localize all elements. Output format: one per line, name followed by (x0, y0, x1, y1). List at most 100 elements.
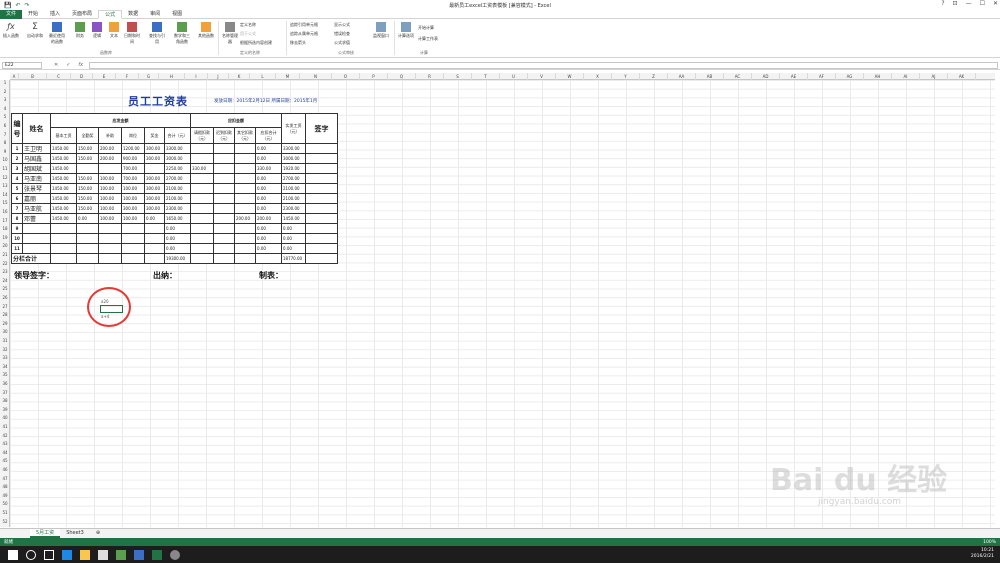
cell[interactable]: 1450.00 (50, 203, 77, 214)
cell[interactable] (144, 163, 165, 174)
cell[interactable] (190, 143, 214, 154)
cell[interactable] (234, 203, 256, 214)
column-header[interactable]: A (10, 73, 19, 80)
cell[interactable] (234, 253, 256, 264)
cell[interactable]: 3000.00 (164, 153, 191, 164)
cell[interactable]: 0.00 (255, 183, 282, 194)
column-header[interactable]: AJ (920, 73, 948, 80)
column-header[interactable]: AI (892, 73, 920, 80)
row-header[interactable]: 26 (0, 295, 10, 300)
cell[interactable] (22, 223, 51, 234)
formula-input[interactable] (89, 61, 998, 69)
column-header[interactable]: F (116, 73, 139, 80)
cell[interactable]: 200.00 (234, 213, 256, 224)
logical-button[interactable]: 逻辑 (88, 22, 106, 39)
column-header[interactable]: R (416, 73, 444, 80)
cell[interactable] (213, 163, 235, 174)
cell[interactable] (305, 253, 338, 264)
cell[interactable]: 1450.00 (50, 213, 77, 224)
cell[interactable]: 3300.00 (164, 143, 191, 154)
cell[interactable]: 0.00 (281, 243, 306, 254)
name-box[interactable]: E22 (2, 61, 42, 69)
cell[interactable]: 1 (11, 143, 23, 154)
column-header[interactable]: AB (696, 73, 724, 80)
cell[interactable]: 0.00 (255, 193, 282, 204)
cell[interactable] (50, 223, 77, 234)
evaluate-formula-button[interactable]: 公式求值 (334, 40, 350, 46)
store-icon[interactable] (98, 549, 108, 560)
cell[interactable] (50, 253, 77, 264)
sign-cell[interactable] (305, 203, 338, 214)
cell[interactable]: 150.00 (76, 143, 99, 154)
row-header[interactable]: 45 (0, 458, 10, 463)
define-name-button[interactable]: 定义名称 (240, 22, 256, 28)
cell[interactable] (98, 233, 122, 244)
cell[interactable]: 1450.00 (50, 193, 77, 204)
cell[interactable] (190, 173, 214, 184)
cell[interactable] (190, 233, 214, 244)
minimize-button[interactable]: — (966, 0, 972, 7)
cell[interactable]: 1450.00 (50, 143, 77, 154)
cell[interactable]: 2700.00 (281, 173, 306, 184)
sign-cell[interactable] (305, 223, 338, 234)
cell[interactable]: 8 (11, 213, 23, 224)
cell[interactable]: 330.00 (255, 163, 282, 174)
column-header[interactable]: AK (948, 73, 976, 80)
row-header[interactable]: 19 (0, 235, 10, 240)
cell[interactable]: 1650.00 (164, 213, 191, 224)
use-in-formula-button[interactable]: 用于公式 (240, 31, 256, 37)
cell[interactable] (121, 223, 145, 234)
row-header[interactable]: 47 (0, 476, 10, 481)
cell[interactable]: 马亚南 (22, 173, 51, 184)
sign-cell[interactable] (305, 213, 338, 224)
column-header[interactable]: AC (724, 73, 752, 80)
sign-cell[interactable] (305, 183, 338, 194)
calculation-options-button[interactable]: 计算选项 (397, 22, 415, 39)
excel-icon[interactable] (152, 549, 162, 560)
column-header[interactable]: X (584, 73, 612, 80)
column-header[interactable]: Z (640, 73, 668, 80)
cell[interactable] (190, 203, 214, 214)
cell[interactable] (76, 223, 99, 234)
sign-cell[interactable] (305, 163, 338, 174)
row-header[interactable]: 8 (0, 140, 10, 145)
cell[interactable] (121, 243, 145, 254)
cell[interactable]: 2100.00 (281, 183, 306, 194)
row-header[interactable]: 29 (0, 321, 10, 326)
more-functions-button[interactable]: 其他函数 (197, 22, 215, 39)
cell[interactable]: 300.00 (144, 193, 165, 204)
cell[interactable]: 200.00 (255, 213, 282, 224)
cell[interactable] (255, 253, 282, 264)
enter-icon[interactable]: ✓ (66, 62, 70, 68)
sign-cell[interactable] (305, 173, 338, 184)
row-header[interactable]: 43 (0, 441, 10, 446)
column-header[interactable]: AH (864, 73, 892, 80)
cell[interactable]: 11 (11, 243, 23, 254)
sheet-tab-sheet3[interactable]: Sheet3 (60, 529, 90, 538)
cell[interactable] (98, 243, 122, 254)
cell[interactable]: 300.00 (144, 153, 165, 164)
cell[interactable] (213, 203, 235, 214)
cell[interactable]: 3300.00 (281, 143, 306, 154)
cell[interactable]: 2100.00 (164, 193, 191, 204)
row-header[interactable]: 34 (0, 364, 10, 369)
text-button[interactable]: 文本 (105, 22, 123, 39)
row-header[interactable]: 48 (0, 484, 10, 489)
cell[interactable] (213, 173, 235, 184)
cell[interactable]: 0.00 (255, 223, 282, 234)
sign-cell[interactable] (305, 153, 338, 164)
cell[interactable]: 王卫明 (22, 143, 51, 154)
autosum-button[interactable]: Σ 自动求和 (26, 22, 44, 39)
maximize-button[interactable]: ☐ (980, 0, 985, 7)
column-header[interactable]: S (444, 73, 472, 80)
cell[interactable]: 1450.00 (50, 183, 77, 194)
cell[interactable] (190, 183, 214, 194)
cell[interactable] (213, 143, 235, 154)
task-view-icon[interactable] (44, 549, 54, 560)
row-header[interactable]: 1 (0, 80, 10, 85)
cell[interactable]: 3 (11, 163, 23, 174)
cell[interactable]: 0.00 (255, 173, 282, 184)
column-header[interactable]: AF (808, 73, 836, 80)
tab-view[interactable]: 视图 (166, 10, 188, 19)
cell[interactable] (213, 253, 235, 264)
